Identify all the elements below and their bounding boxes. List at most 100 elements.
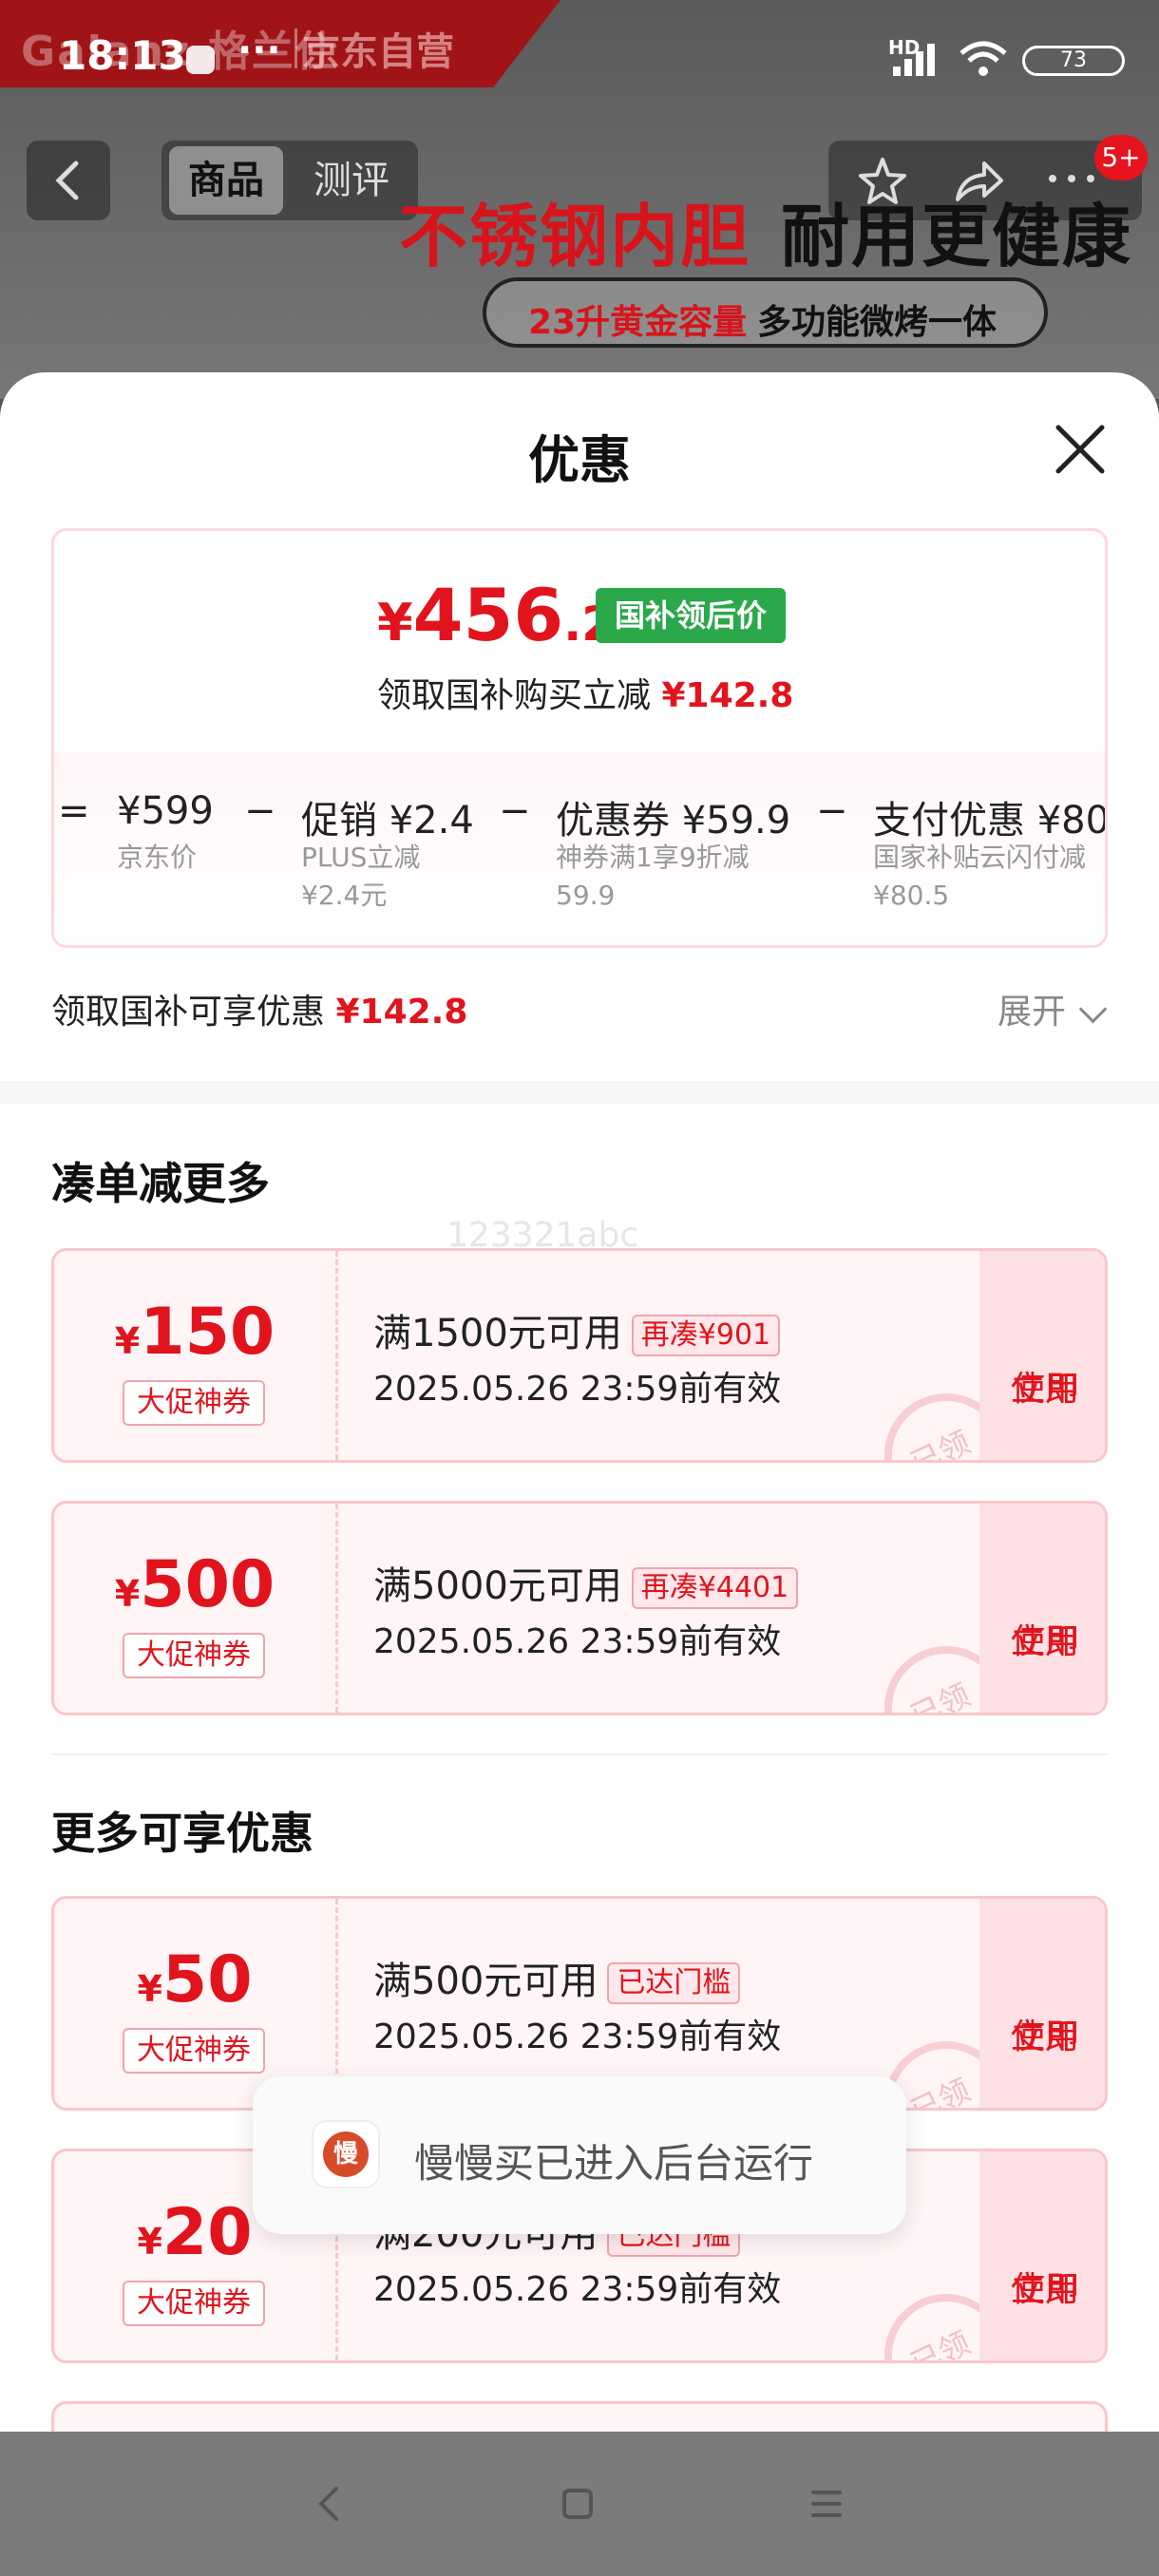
coupon-tag: 大促神券 <box>123 1380 265 1426</box>
calc-sub: 59.9 <box>556 880 616 911</box>
use-now-button[interactable]: 立即 使用 <box>979 1251 1105 1460</box>
summary-amount: ¥142.8 <box>335 993 468 1032</box>
summary-line: 领取国补可享优惠 ¥142.8 <box>51 984 467 1033</box>
coupon-condition: 满5000元可用 再凑¥4401 <box>373 1555 799 1610</box>
nav-home-icon[interactable] <box>559 2485 597 2523</box>
coupon-amount: ¥500 <box>54 1547 335 1622</box>
signal-bar <box>916 51 923 76</box>
use-now-button[interactable]: 立即 使用 <box>979 1899 1105 2108</box>
coupon-perforation <box>335 1504 338 1713</box>
coupon-amount: ¥150 <box>54 1295 335 1370</box>
price-breakdown-card: ¥456.2 国补领后价 领取国补购买立减 ¥142.8 = ¥599 京东价 … <box>51 528 1108 948</box>
use-now-line2: 使用 <box>1010 1370 1079 1409</box>
coupon-condition-text: 满1500元可用 <box>373 1312 622 1355</box>
coupon-amount-value: 20 <box>162 2195 253 2270</box>
section-divider <box>0 1081 1159 1104</box>
back-button[interactable] <box>27 141 110 220</box>
claimed-stamp-text: 已领 <box>904 2072 976 2111</box>
calc-sub: ¥80.5 <box>873 880 950 911</box>
calc-main: 支付优惠 ¥80. <box>873 799 1108 843</box>
page-tabs: 商品 测评 <box>162 141 418 220</box>
coupon-expiry: 2025.05.26 23:59前有效 <box>373 1370 782 1409</box>
close-icon[interactable] <box>1051 420 1110 479</box>
expand-button[interactable]: 展开 <box>998 984 1066 1033</box>
calc-sub: ¥2.4元 <box>301 880 388 911</box>
coupon-amount-value: 150 <box>140 1295 276 1370</box>
coupon-chip: 已达门槛 <box>607 1962 741 2004</box>
calc-main: ¥599 <box>117 789 214 833</box>
signal-bar <box>904 59 912 76</box>
subsidy-savings-amount: ¥142.8 <box>661 676 794 715</box>
coupon-tag: 大促神券 <box>123 1633 265 1678</box>
coupon-perforation <box>335 1251 338 1460</box>
coupon-expiry: 2025.05.26 23:59前有效 <box>373 1622 782 1661</box>
coupon-currency: ¥ <box>137 2221 162 2263</box>
coupon-currency: ¥ <box>137 1968 162 2010</box>
background-run-toast: 慢 慢慢买已进入后台运行 <box>253 2076 906 2234</box>
coupon-chip: 再凑¥4401 <box>631 1567 799 1609</box>
banner-pill-red: 23升黄金容量 <box>528 303 748 342</box>
coupon-condition: 满500元可用 已达门槛 <box>373 1950 741 2005</box>
claimed-stamp-text: 已领 <box>904 1676 976 1715</box>
price-integer: 456 <box>412 573 564 657</box>
coupon-amount: ¥50 <box>54 1942 335 2017</box>
tab-product[interactable]: 商品 <box>169 146 283 215</box>
section-title-more-deals: 凑单减更多 <box>51 1158 270 1209</box>
calc-op: − <box>499 789 531 833</box>
coupon-tag: 大促神券 <box>123 2028 265 2074</box>
calc-op: − <box>244 789 276 833</box>
calc-sub: PLUS立减 <box>301 842 421 873</box>
calc-op: = <box>58 789 90 833</box>
coupon-currency: ¥ <box>114 1320 141 1362</box>
claimed-stamp-text: 已领 <box>904 1424 976 1463</box>
price-currency: ¥ <box>377 593 413 653</box>
toast-message: 慢慢买已进入后台运行 <box>414 2140 814 2187</box>
subsidy-savings-text: 领取国补购买立减 <box>377 676 652 715</box>
banner-headline-dark: 耐用更健康 <box>781 197 1133 276</box>
signal-bar <box>927 44 935 76</box>
use-now-label: 立即 使用 <box>979 2208 1105 2309</box>
sheet-title: 优惠 <box>528 430 631 490</box>
coupon-value-area: ¥150 大促神券 <box>54 1251 335 1460</box>
coupon-condition-text: 满500元可用 <box>373 1960 598 2003</box>
coupon-chip: 再凑¥901 <box>631 1315 781 1356</box>
back-arrow-icon <box>55 161 79 200</box>
use-now-button[interactable]: 立即 使用 <box>979 1504 1105 1713</box>
nav-back-icon[interactable] <box>310 2483 348 2525</box>
banner-headline-red: 不锈钢内胆 <box>399 197 751 276</box>
calc-op: − <box>816 789 848 833</box>
use-now-label: 立即 使用 <box>979 1956 1105 2056</box>
brand-divider <box>294 28 297 68</box>
more-notifications-icon: ··· <box>238 28 281 72</box>
use-now-line2: 使用 <box>1010 1622 1079 1661</box>
use-now-label: 立即 使用 <box>979 1561 1105 1661</box>
coupon-value-area: ¥500 大促神券 <box>54 1504 335 1713</box>
section-rule <box>51 1753 1108 1755</box>
coupon-currency: ¥ <box>114 1573 141 1615</box>
system-nav-bar <box>0 2432 1159 2576</box>
wifi-icon <box>960 41 1007 76</box>
banner-pill-dark: 多功能微烤一体 <box>757 303 998 342</box>
use-now-label: 立即 使用 <box>979 1308 1105 1409</box>
coupon-expiry: 2025.05.26 23:59前有效 <box>373 2017 782 2056</box>
coupon-tag: 大促神券 <box>123 2281 265 2326</box>
calc-sub: 京东价 <box>117 842 198 873</box>
status-time: 18:13 <box>59 32 186 79</box>
cart-badge: 5+ <box>1094 135 1148 180</box>
calc-main: 优惠券 ¥59.9 <box>556 799 791 843</box>
use-now-button[interactable]: 立即 使用 <box>979 2151 1105 2360</box>
banner-pill: 23升黄金容量 多功能微烤一体 <box>483 277 1048 348</box>
final-price: ¥456.2 <box>377 573 615 657</box>
use-now-line2: 使用 <box>1010 2017 1079 2056</box>
section-title-more-offers: 更多可享优惠 <box>51 1808 314 1859</box>
app-icon: 慢 <box>312 2120 380 2188</box>
calc-sub: 神券满1享9折减 <box>556 842 750 873</box>
store-label: 京东自营 <box>302 30 454 74</box>
nav-menu-icon[interactable] <box>808 2487 846 2521</box>
calc-main: 促销 ¥2.4 <box>301 799 474 843</box>
claimed-stamp-text: 已领 <box>904 2324 976 2363</box>
battery-icon: 73 <box>1022 46 1125 76</box>
coupon-card: ¥500 大促神券 满5000元可用 再凑¥4401 2025.05.26 23:… <box>51 1501 1108 1715</box>
tab-review[interactable]: 测评 <box>294 146 408 215</box>
notification-icon <box>186 46 215 74</box>
